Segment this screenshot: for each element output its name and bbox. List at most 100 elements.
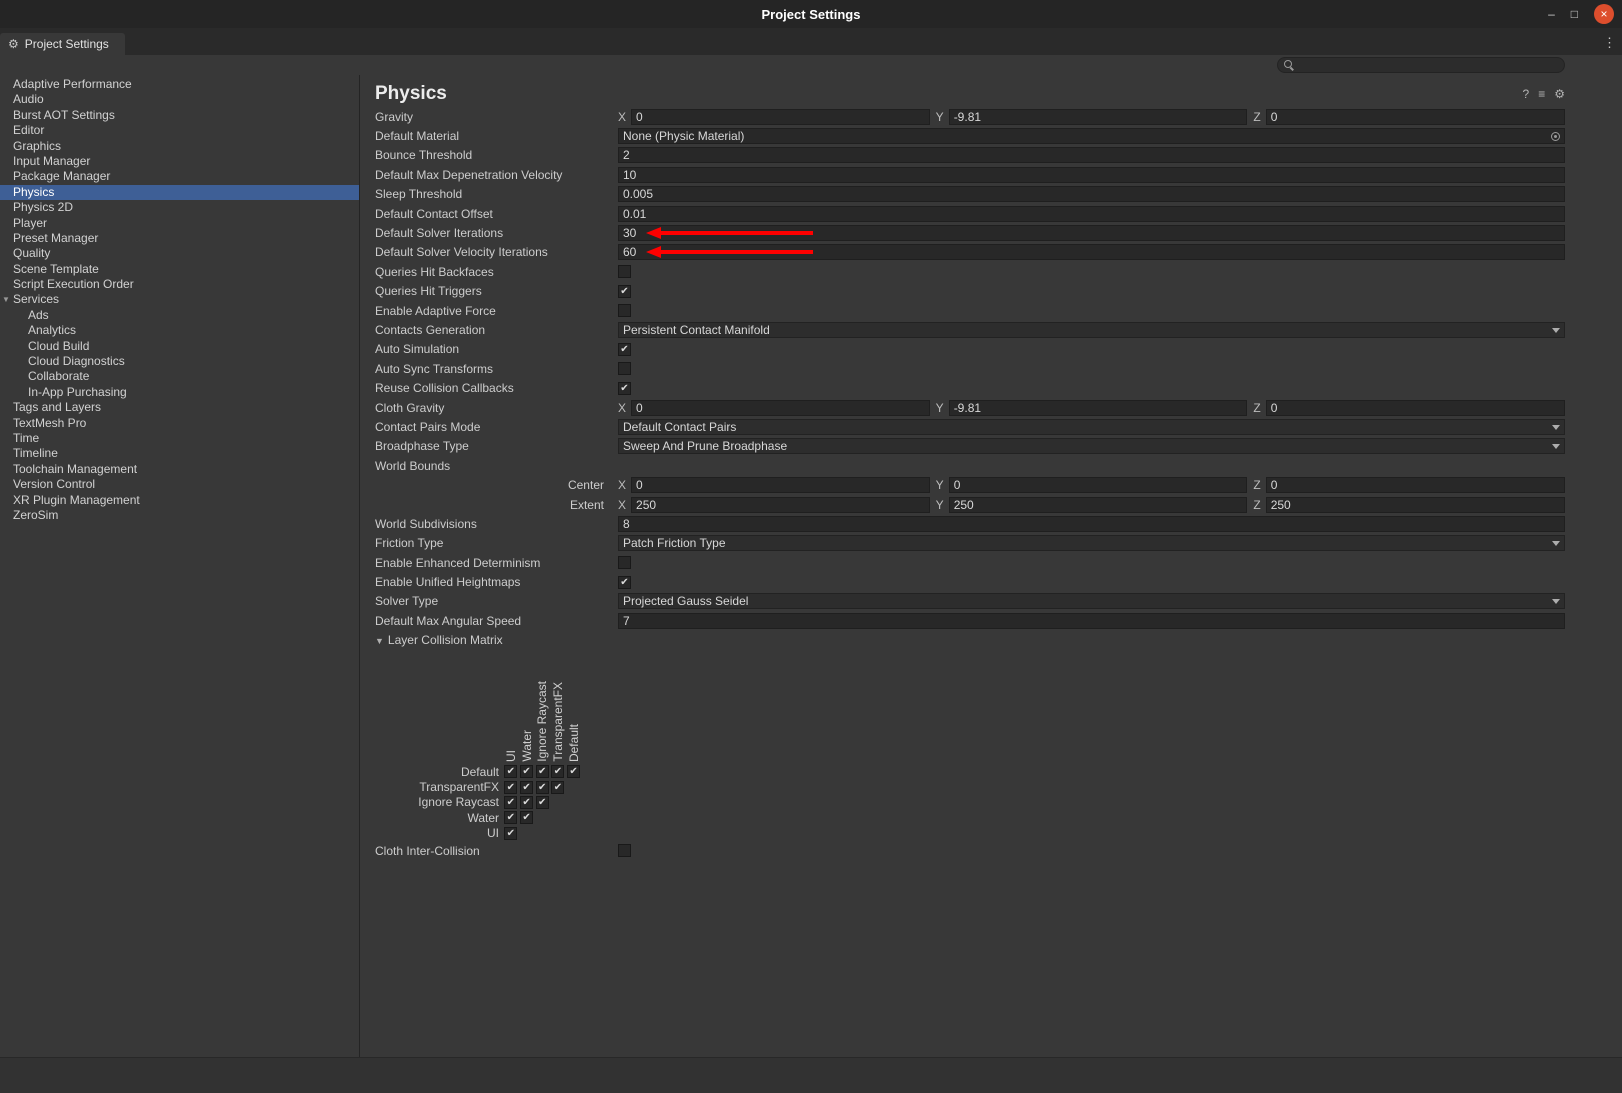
sidebar-item-physics[interactable]: Physics: [0, 185, 359, 200]
value-input-gravity-y[interactable]: [949, 109, 1248, 125]
dropdown-solver-type[interactable]: Projected Gauss Seidel: [618, 593, 1565, 609]
sidebar-item-adaptive-performance[interactable]: Adaptive Performance: [0, 77, 359, 92]
value-input-cloth-gravity-y[interactable]: [949, 400, 1248, 416]
matrix-checkbox-ignore-raycast-0[interactable]: ✔: [504, 796, 517, 809]
value-input-cloth-gravity-x[interactable]: [631, 400, 930, 416]
value-input-extent-x[interactable]: [631, 497, 930, 513]
sidebar-item-cloud-build[interactable]: Cloud Build: [0, 339, 359, 354]
sidebar-item-package-manager[interactable]: Package Manager: [0, 169, 359, 184]
checkbox-enable-enhanced-determinism[interactable]: [618, 556, 631, 569]
kebab-menu-icon[interactable]: ⋮: [1603, 35, 1616, 51]
object-field-default-material[interactable]: None (Physic Material): [618, 128, 1565, 144]
sidebar-item-textmesh-pro[interactable]: TextMesh Pro: [0, 416, 359, 431]
sidebar-item-graphics[interactable]: Graphics: [0, 139, 359, 154]
matrix-checkbox-ui-0[interactable]: ✔: [504, 827, 517, 840]
matrix-cell: ✔: [534, 796, 550, 809]
checkbox-reuse-collision-callbacks[interactable]: ✔: [618, 382, 631, 395]
dropdown-broadphase-type[interactable]: Sweep And Prune Broadphase: [618, 438, 1565, 454]
sidebar-item-player[interactable]: Player: [0, 216, 359, 231]
matrix-checkbox-transparentfx-1[interactable]: ✔: [520, 781, 533, 794]
sidebar-item-quality[interactable]: Quality: [0, 246, 359, 261]
matrix-checkbox-ignore-raycast-2[interactable]: ✔: [536, 796, 549, 809]
value-input-default-max-depenetration-velocity[interactable]: [618, 167, 1565, 183]
sidebar-item-editor[interactable]: Editor: [0, 123, 359, 138]
value-input-bounce-threshold[interactable]: [618, 147, 1565, 163]
foldout-triangle-icon[interactable]: ▼: [375, 636, 384, 646]
value-input-gravity-x[interactable]: [631, 109, 930, 125]
value-input-extent-y[interactable]: [949, 497, 1248, 513]
matrix-checkbox-transparentfx-3[interactable]: ✔: [551, 781, 564, 794]
checkbox-queries-hit-triggers[interactable]: ✔: [618, 285, 631, 298]
sidebar-item-services[interactable]: ▼Services: [0, 292, 359, 307]
sidebar-item-input-manager[interactable]: Input Manager: [0, 154, 359, 169]
setting-row-world-subdivisions: World Subdivisions: [375, 514, 1565, 533]
matrix-column-label: Water: [520, 730, 534, 762]
matrix-checkbox-water-1[interactable]: ✔: [520, 811, 533, 824]
minimize-button[interactable]: –: [1548, 8, 1555, 20]
object-picker-icon[interactable]: [1548, 130, 1562, 142]
checkbox-queries-hit-backfaces[interactable]: [618, 265, 631, 278]
sidebar-item-script-execution-order[interactable]: Script Execution Order: [0, 277, 359, 292]
value-input-cloth-gravity-z[interactable]: [1266, 400, 1565, 416]
sidebar-item-ads[interactable]: Ads: [0, 308, 359, 323]
value-input-default-solver-iterations[interactable]: [618, 225, 1565, 241]
value-input-sleep-threshold[interactable]: [618, 186, 1565, 202]
content: Adaptive PerformanceAudioBurst AOT Setti…: [0, 75, 1622, 1057]
checkbox-auto-sync-transforms[interactable]: [618, 362, 631, 375]
close-button[interactable]: ×: [1594, 4, 1614, 24]
matrix-checkbox-ignore-raycast-1[interactable]: ✔: [520, 796, 533, 809]
value-input-center-z[interactable]: [1266, 477, 1565, 493]
maximize-button[interactable]: □: [1571, 8, 1578, 20]
value-input-center-x[interactable]: [631, 477, 930, 493]
sidebar-item-in-app-purchasing[interactable]: In-App Purchasing: [0, 385, 359, 400]
sidebar-item-timeline[interactable]: Timeline: [0, 446, 359, 461]
checkbox-enable-unified-heightmaps[interactable]: ✔: [618, 576, 631, 589]
sidebar-item-version-control[interactable]: Version Control: [0, 477, 359, 492]
matrix-cell: ✔: [519, 765, 535, 778]
sidebar-item-xr-plugin-management[interactable]: XR Plugin Management: [0, 493, 359, 508]
matrix-checkbox-transparentfx-0[interactable]: ✔: [504, 781, 517, 794]
foldout-triangle-icon[interactable]: ▼: [2, 292, 10, 307]
sidebar-item-physics-2d[interactable]: Physics 2D: [0, 200, 359, 215]
sidebar-item-analytics[interactable]: Analytics: [0, 323, 359, 338]
dropdown-friction-type[interactable]: Patch Friction Type: [618, 535, 1565, 551]
gear-icon[interactable]: ⚙: [1554, 87, 1565, 101]
search-input[interactable]: [1300, 59, 1558, 71]
value-input-default-solver-velocity-iterations[interactable]: [618, 244, 1565, 260]
help-icon[interactable]: ?: [1523, 87, 1530, 101]
vector-field-x: X: [618, 477, 930, 493]
sidebar-item-time[interactable]: Time: [0, 431, 359, 446]
matrix-checkbox-default-1[interactable]: ✔: [520, 765, 533, 778]
value-input-gravity-z[interactable]: [1266, 109, 1565, 125]
sidebar-item-burst-aot-settings[interactable]: Burst AOT Settings: [0, 108, 359, 123]
value-input-world-subdivisions[interactable]: [618, 516, 1565, 532]
sidebar-item-preset-manager[interactable]: Preset Manager: [0, 231, 359, 246]
matrix-checkbox-default-4[interactable]: ✔: [567, 765, 580, 778]
sidebar-item-cloud-diagnostics[interactable]: Cloud Diagnostics: [0, 354, 359, 369]
matrix-checkbox-water-0[interactable]: ✔: [504, 811, 517, 824]
value-input-center-y[interactable]: [949, 477, 1248, 493]
preset-icon[interactable]: ≡: [1538, 87, 1545, 101]
checkbox-cloth-inter-collision[interactable]: [618, 844, 631, 857]
value-input-default-contact-offset[interactable]: [618, 206, 1565, 222]
sidebar-item-scene-template[interactable]: Scene Template: [0, 262, 359, 277]
setting-value: XYZ: [618, 109, 1565, 125]
dropdown-contact-pairs-mode[interactable]: Default Contact Pairs: [618, 419, 1565, 435]
sidebar-item-tags-and-layers[interactable]: Tags and Layers: [0, 400, 359, 415]
sidebar-item-collaborate[interactable]: Collaborate: [0, 369, 359, 384]
sidebar-item-label: Script Execution Order: [13, 277, 134, 291]
sidebar-item-zerosim[interactable]: ZeroSim: [0, 508, 359, 523]
sidebar-item-toolchain-management[interactable]: Toolchain Management: [0, 462, 359, 477]
checkbox-auto-simulation[interactable]: ✔: [618, 343, 631, 356]
search-box[interactable]: [1277, 57, 1565, 73]
tab-project-settings[interactable]: ⚙ Project Settings: [0, 33, 125, 55]
value-input-extent-z[interactable]: [1266, 497, 1565, 513]
value-input-default-max-angular-speed[interactable]: [618, 613, 1565, 629]
matrix-checkbox-default-2[interactable]: ✔: [536, 765, 549, 778]
sidebar-item-audio[interactable]: Audio: [0, 92, 359, 107]
matrix-checkbox-transparentfx-2[interactable]: ✔: [536, 781, 549, 794]
matrix-checkbox-default-3[interactable]: ✔: [551, 765, 564, 778]
checkbox-enable-adaptive-force[interactable]: [618, 304, 631, 317]
dropdown-contacts-generation[interactable]: Persistent Contact Manifold: [618, 322, 1565, 338]
matrix-checkbox-default-0[interactable]: ✔: [504, 765, 517, 778]
